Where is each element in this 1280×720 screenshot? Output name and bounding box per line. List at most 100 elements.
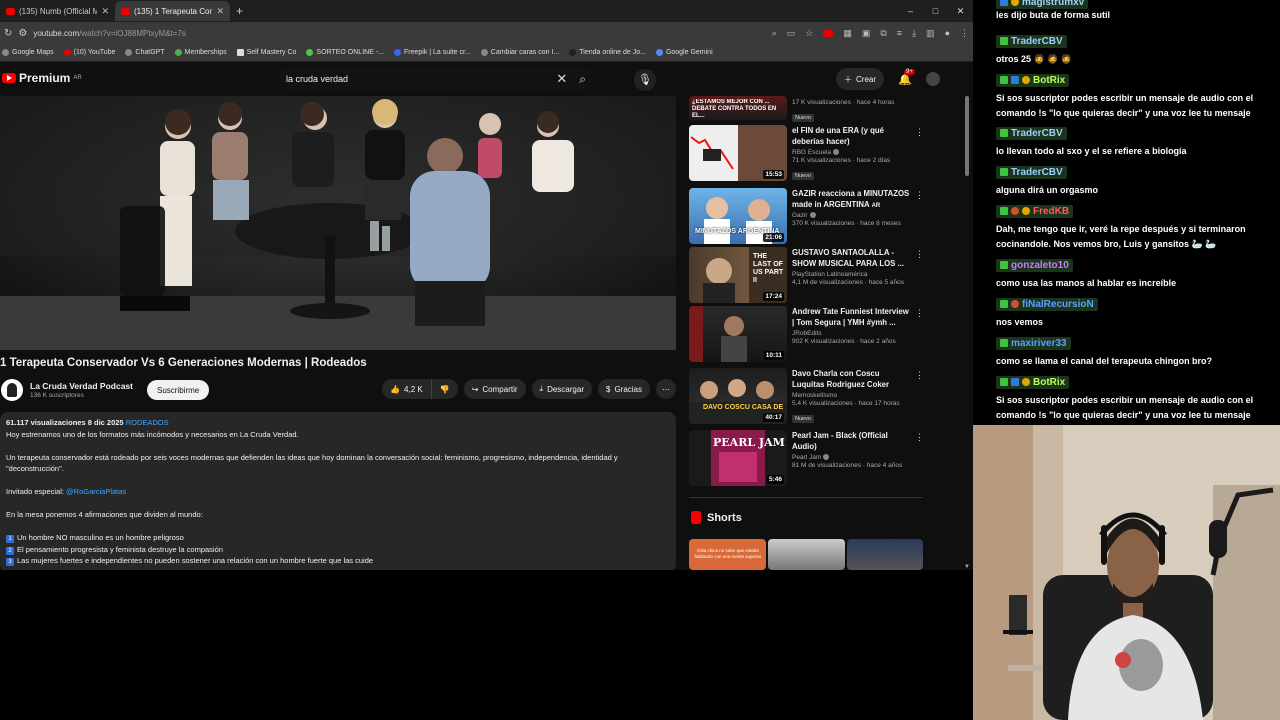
chat-username-box: FredKB	[996, 204, 1074, 218]
related-video-item[interactable]: 15:53 el FIN de una ERA (y qué deberías …	[689, 125, 929, 181]
gift-badge-icon	[1022, 207, 1030, 215]
notifications-button[interactable]: 🔔 9+	[898, 68, 915, 86]
related-video-item[interactable]: MINUTAZOS ARGENTINA 21:06 GAZIR reaccion…	[689, 188, 929, 244]
media-icon[interactable]: ≡	[897, 28, 902, 38]
cast-icon[interactable]: ▭	[787, 28, 796, 39]
search-icon[interactable]: ⌕	[579, 72, 586, 87]
tab-numb[interactable]: (135) Numb (Official Music Vide ✕	[0, 1, 115, 21]
minimize-button[interactable]: –	[898, 6, 923, 16]
video-thumbnail[interactable]: PEARL JAM 5:46	[689, 430, 787, 486]
chat-message: maxiriver33 como se llama el canal del t…	[996, 336, 1280, 369]
extension-red-icon[interactable]	[823, 29, 834, 37]
more-options-icon[interactable]: ⋮	[915, 308, 924, 319]
video-thumbnail[interactable]: THE LAST OF US PART II 17:24	[689, 247, 787, 303]
avatar[interactable]	[925, 72, 940, 86]
video-thumbnail[interactable]: MINUTAZOS ARGENTINA 21:06	[689, 188, 787, 244]
related-video-item[interactable]: PEARL JAM 5:46 Pearl Jam - Black (Offici…	[689, 430, 929, 486]
bookmark-item[interactable]: ChatGPT	[125, 49, 165, 56]
channel-avatar[interactable]	[1, 379, 23, 401]
channel-name[interactable]: La Cruda Verdad Podcast	[30, 381, 133, 391]
new-tab-button[interactable]: +	[230, 4, 249, 18]
close-tab-icon[interactable]: ✕	[216, 6, 224, 17]
bookmark-item[interactable]: Cambiar caras con I...	[480, 49, 559, 56]
scroll-down-arrow-icon[interactable]: ▼	[964, 564, 970, 570]
download-button[interactable]: ⤓ Descargar	[531, 379, 592, 399]
menu-icon[interactable]: ⋮	[960, 28, 969, 39]
bookmark-item[interactable]: Google Gemini	[655, 49, 713, 56]
related-video-item[interactable]: DAVO COSCU CASA DE 40:17 Davo Charla con…	[689, 368, 929, 424]
thanks-button[interactable]: $ Gracias	[597, 379, 650, 399]
shorts-header: Shorts	[691, 511, 742, 524]
thumbs-down-icon: 👎	[439, 384, 450, 394]
chat-text: Si sos suscriptor podes escribir un mens…	[996, 93, 1254, 118]
description-box[interactable]: 61.117 visualizaciones 8 dic 2025 RODEAD…	[0, 412, 676, 570]
maximize-button[interactable]: □	[923, 6, 948, 16]
short-thumbnail[interactable]	[768, 539, 845, 570]
chat-username: FredKB	[1033, 205, 1070, 217]
bookmark-item[interactable]: Tienda online de Jo...	[569, 49, 646, 56]
like-button[interactable]: 👍 4,2 K	[382, 379, 432, 399]
memberships-icon	[174, 49, 182, 56]
address-bar: ↻ ⚙ youtube.com/watch?v=lOJ88MPtxyM&t=7s…	[0, 22, 973, 44]
video-thumbnail[interactable]: DAVO COSCU CASA DE 40:17	[689, 368, 787, 424]
short-thumbnail[interactable]: Esta chica no sabe que estaba hablando c…	[689, 539, 766, 570]
tab-terapeuta[interactable]: (135) 1 Terapeuta Conservado ✕	[115, 1, 230, 21]
search-input[interactable]: la cruda verdad	[286, 74, 556, 84]
more-options-icon[interactable]: ⋮	[915, 432, 924, 443]
more-options-icon[interactable]: ⋮	[915, 249, 924, 260]
description-line: Invitado especial: @RoGarciaPlatas	[6, 487, 127, 496]
split-icon[interactable]: ▥	[926, 28, 935, 39]
bookmark-item[interactable]: (10) YouTube	[63, 49, 115, 56]
related-video-item[interactable]: 10:11 Andrew Tate Funniest Interview | T…	[689, 306, 929, 362]
url-field[interactable]: youtube.com/watch?v=lOJ88MPtxyM&t=7s	[33, 29, 765, 38]
related-video-item[interactable]: ¿ESTAMOS MEJOR CON ... DEBATE CONTRA TOD…	[689, 96, 929, 122]
subscribe-button[interactable]: Suscribirme	[146, 380, 210, 400]
thumbnail-text: THE LAST OF US PART II	[753, 253, 784, 284]
site-info-icon[interactable]: ⚙	[18, 28, 27, 39]
video-duration: 10:11	[763, 351, 784, 360]
microphone-icon[interactable]: 🎙	[634, 69, 656, 91]
more-actions-button[interactable]: ⋯	[656, 379, 676, 399]
share-button[interactable]: ↪ Compartir	[463, 379, 526, 399]
scrollbar-thumb[interactable]	[965, 96, 969, 176]
close-tab-icon[interactable]: ✕	[101, 6, 109, 17]
notification-badge: 9+	[904, 68, 915, 75]
video-thumbnail[interactable]: 15:53	[689, 125, 787, 181]
chat-message: BotRix Si sos suscriptor podes escribir …	[996, 73, 1280, 121]
zoom-icon[interactable]: ⌕	[772, 28, 777, 39]
related-video-item[interactable]: THE LAST OF US PART II 17:24 GUSTAVO SAN…	[689, 247, 929, 303]
bookmark-item[interactable]: Self Mastery Co	[236, 49, 296, 56]
more-options-icon[interactable]: ⋮	[915, 370, 924, 381]
more-options-icon[interactable]: ⋮	[915, 190, 924, 201]
puzzle-icon[interactable]: ⧉	[880, 28, 886, 39]
video-thumbnail[interactable]: ¿ESTAMOS MEJOR CON ... DEBATE CONTRA TOD…	[689, 96, 787, 120]
page-scrollbar[interactable]: ▼	[963, 96, 971, 570]
bookmark-item[interactable]: SORTEO ONLINE -...	[306, 49, 384, 56]
kick-badge-icon	[1000, 207, 1008, 215]
profile-icon[interactable]: ●	[945, 28, 950, 38]
video-player[interactable]	[0, 96, 676, 350]
bookmark-item[interactable]: Freepik | La suite cr...	[393, 49, 471, 56]
description-point: 3 Las mujeres fuertes e independientes no…	[6, 555, 670, 567]
close-window-button[interactable]: ✕	[948, 6, 973, 17]
search-box[interactable]: la cruda verdad ✕ ⌕	[278, 67, 594, 91]
create-button[interactable]: ＋ Crear	[836, 68, 885, 90]
reload-icon[interactable]: ↻	[4, 28, 12, 39]
video-thumbnail[interactable]: 10:11	[689, 306, 787, 362]
bookmark-item[interactable]: Memberships	[174, 49, 227, 56]
dislike-button[interactable]: 👎	[431, 379, 458, 399]
extension-icon[interactable]: ▦	[843, 28, 852, 39]
extension-icon[interactable]: ▣	[862, 28, 871, 39]
guest-link[interactable]: @RoGarciaPlatas	[66, 487, 126, 496]
like-dislike-group: 👍 4,2 K 👎	[382, 379, 458, 399]
bookmark-item[interactable]: Google Maps	[2, 49, 54, 56]
short-thumbnail[interactable]	[847, 539, 923, 570]
related-video-meta: 370 K visualizaciones · hace 8 meses	[792, 220, 901, 227]
youtube-logo[interactable]: Premium AR	[2, 71, 82, 85]
share-icon: ↪	[471, 384, 479, 394]
clear-search-icon[interactable]: ✕	[556, 71, 567, 87]
hashtag-link[interactable]: RODEADOS	[126, 418, 169, 427]
more-options-icon[interactable]: ⋮	[915, 127, 924, 138]
download-icon[interactable]: ⤓	[912, 28, 916, 39]
bookmark-star-icon[interactable]: ☆	[805, 28, 813, 39]
